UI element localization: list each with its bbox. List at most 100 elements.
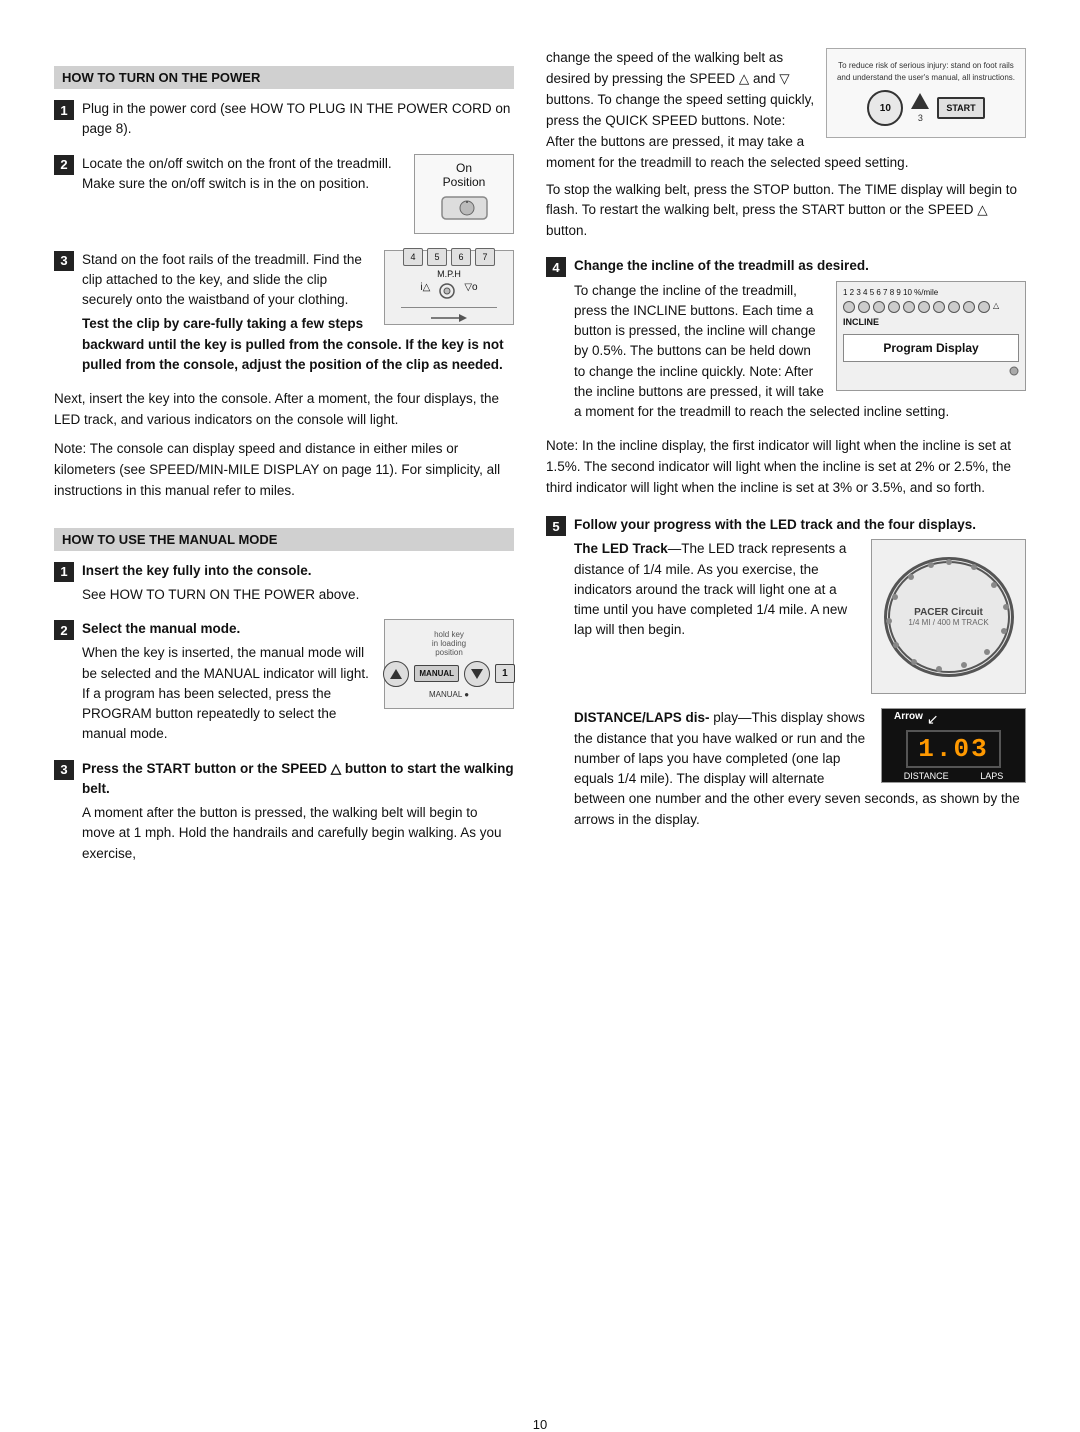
step-num-1: 1 xyxy=(54,100,74,120)
btn-10-circle: 10 xyxy=(867,90,903,126)
triangle-down-icon xyxy=(471,669,483,679)
i-symbol: i△ xyxy=(420,282,430,300)
up-arrow-btn[interactable] xyxy=(383,661,409,687)
program-display-box: Program Display xyxy=(843,334,1019,362)
incline-dot-9 xyxy=(963,301,975,313)
right-column: To reduce risk of serious injury: stand … xyxy=(546,48,1026,1349)
step-num-3: 3 xyxy=(54,251,74,271)
one-btn[interactable]: 1 xyxy=(495,664,515,683)
step-content-5: Follow your progress with the LED track … xyxy=(574,515,1026,834)
arrow-group: 3 xyxy=(911,93,929,123)
step-power-1: 1 Plug in the power cord (see HOW TO PLU… xyxy=(54,99,514,144)
manual-step-content-1: Insert the key fully into the console. S… xyxy=(82,561,514,610)
arrow-symbol: ↙ xyxy=(927,711,939,728)
manual-mode-figure: hold keyin loadingposition MANUAL 1 MANU… xyxy=(384,619,514,709)
power-note: Next, insert the key into the console. A… xyxy=(54,389,514,431)
manual-step-num-3: 3 xyxy=(54,760,74,780)
manual-step-content-2: hold keyin loadingposition MANUAL 1 MANU… xyxy=(82,619,514,749)
manual-step3-bold: Press the START button or the SPEED △ bu… xyxy=(82,759,514,800)
incline-arrow-sym: △ xyxy=(993,301,999,313)
manual-step1-text: See HOW TO TURN ON THE POWER above. xyxy=(82,585,514,605)
small-circle-indicator xyxy=(843,366,1019,379)
manual-step1-bold: Insert the key fully into the console. xyxy=(82,561,514,581)
step-manual-2: 2 hold keyin loadingposition MANUAL 1 MA… xyxy=(54,619,514,749)
step-content-3: 4 5 6 7 M.P.H i△ ▽o xyxy=(82,250,514,380)
incline-dot-10 xyxy=(978,301,990,313)
laps-label: LAPS xyxy=(980,771,1003,781)
indicator-dot-icon xyxy=(1009,366,1019,376)
incline-dots: △ xyxy=(843,301,1019,313)
speed-up-arrow xyxy=(911,93,929,109)
distance-figure: Arrow ↙ 1.03 DISTANCE LAPS xyxy=(881,708,1026,783)
clip-key-icon xyxy=(438,282,456,300)
btn-3-label: 3 xyxy=(918,113,923,123)
step4-bold: Change the incline of the treadmill as d… xyxy=(574,256,1026,276)
step-power-2: 2 On Position Locate the on/off switch o… xyxy=(54,154,514,240)
triangle-up-icon xyxy=(390,669,402,679)
step5-bold: Follow your progress with the LED track … xyxy=(574,515,1026,535)
step-num-2: 2 xyxy=(54,155,74,175)
step-manual-1: 1 Insert the key fully into the console.… xyxy=(54,561,514,610)
step-content-1: Plug in the power cord (see HOW TO PLUG … xyxy=(82,99,514,144)
incline-dot-2 xyxy=(858,301,870,313)
key-7: 7 xyxy=(475,248,495,266)
start-button-fig: START xyxy=(937,97,984,119)
left-column: HOW TO TURN ON THE POWER 1 Plug in the p… xyxy=(54,48,514,1349)
step-content-2: On Position Locate the on/off switch on … xyxy=(82,154,514,240)
incline-note: Note: In the incline display, the first … xyxy=(546,436,1026,499)
arrow-row: Arrow ↙ xyxy=(888,711,1019,728)
step1-text: Plug in the power cord (see HOW TO PLUG … xyxy=(82,99,514,140)
key-4: 4 xyxy=(403,248,423,266)
incline-dot-3 xyxy=(873,301,885,313)
step-5: 5 Follow your progress with the LED trac… xyxy=(546,515,1026,834)
program-display-figure: 1 2 3 4 5 6 7 8 9 10 %/mile △ xyxy=(836,281,1026,391)
keys-figure: 4 5 6 7 M.P.H i△ ▽o xyxy=(384,250,514,325)
key-5: 5 xyxy=(427,248,447,266)
down-arrow-btn[interactable] xyxy=(464,661,490,687)
led-track-figure: PACER Circuit 1/4 MI / 400 M TRACK xyxy=(871,539,1026,694)
manual-step3-text: A moment after the button is pressed, th… xyxy=(82,803,514,864)
program-btn[interactable]: MANUAL xyxy=(414,665,459,682)
led-oval-container: PACER Circuit 1/4 MI / 400 M TRACK xyxy=(879,547,1019,687)
power-note2: Note: The console can display speed and … xyxy=(54,439,514,502)
on-position-figure: On Position xyxy=(414,154,514,234)
section-header-power: HOW TO TURN ON THE POWER xyxy=(54,66,514,89)
arrow-text: Arrow xyxy=(894,711,923,728)
incline-dot-1 xyxy=(843,301,855,313)
stop-text: To stop the walking belt, press the STOP… xyxy=(546,180,1026,243)
step-power-3: 3 4 5 6 7 M.P.H i△ xyxy=(54,250,514,380)
manual-step-content-3: Press the START button or the SPEED △ bu… xyxy=(82,759,514,868)
on-position-icon xyxy=(437,189,492,227)
incline-label: INCLINE xyxy=(843,317,1019,327)
manual-step-num-2: 2 xyxy=(54,620,74,640)
distance-display-value: 1.03 xyxy=(906,730,1000,768)
manual-top-label: hold keyin loadingposition xyxy=(432,630,466,657)
incline-numbers-row: 1 2 3 4 5 6 7 8 9 10 %/mile xyxy=(843,288,1019,297)
page-number: 10 xyxy=(0,1417,1080,1432)
warning-figure: To reduce risk of serious injury: stand … xyxy=(826,48,1026,138)
incline-dot-5 xyxy=(903,301,915,313)
distance-section: Arrow ↙ 1.03 DISTANCE LAPS DISTANCE/LAPS… xyxy=(574,708,1026,834)
led-track-section: PACER Circuit 1/4 MI / 400 M TRACK The L… xyxy=(574,539,1026,700)
step-4: 4 Change the incline of the treadmill as… xyxy=(546,256,1026,426)
step-manual-3: 3 Press the START button or the SPEED △ … xyxy=(54,759,514,868)
key-6: 6 xyxy=(451,248,471,266)
vo-symbol: ▽o xyxy=(464,282,477,300)
clip-arrow-icon xyxy=(429,312,469,324)
distance-label: DISTANCE xyxy=(904,771,949,781)
warning-section: To reduce risk of serious injury: stand … xyxy=(546,48,1026,180)
manual-indicator-label: MANUAL ● xyxy=(429,690,469,699)
clip-arrow xyxy=(429,312,469,327)
incline-dot-4 xyxy=(888,301,900,313)
manual-buttons-row: MANUAL 1 xyxy=(383,661,514,687)
distance-laps-label: DISTANCE/LAPS dis- xyxy=(574,710,710,725)
mph-label: M.P.H xyxy=(437,269,461,279)
step-num-4: 4 xyxy=(546,257,566,277)
step-content-4: Change the incline of the treadmill as d… xyxy=(574,256,1026,426)
led-dots-ring xyxy=(879,547,1019,687)
manual-step-num-1: 1 xyxy=(54,562,74,582)
section-header-manual: HOW TO USE THE MANUAL MODE xyxy=(54,528,514,551)
on-label: On xyxy=(456,161,472,175)
incline-dot-7 xyxy=(933,301,945,313)
page: HOW TO TURN ON THE POWER 1 Plug in the p… xyxy=(0,0,1080,1397)
